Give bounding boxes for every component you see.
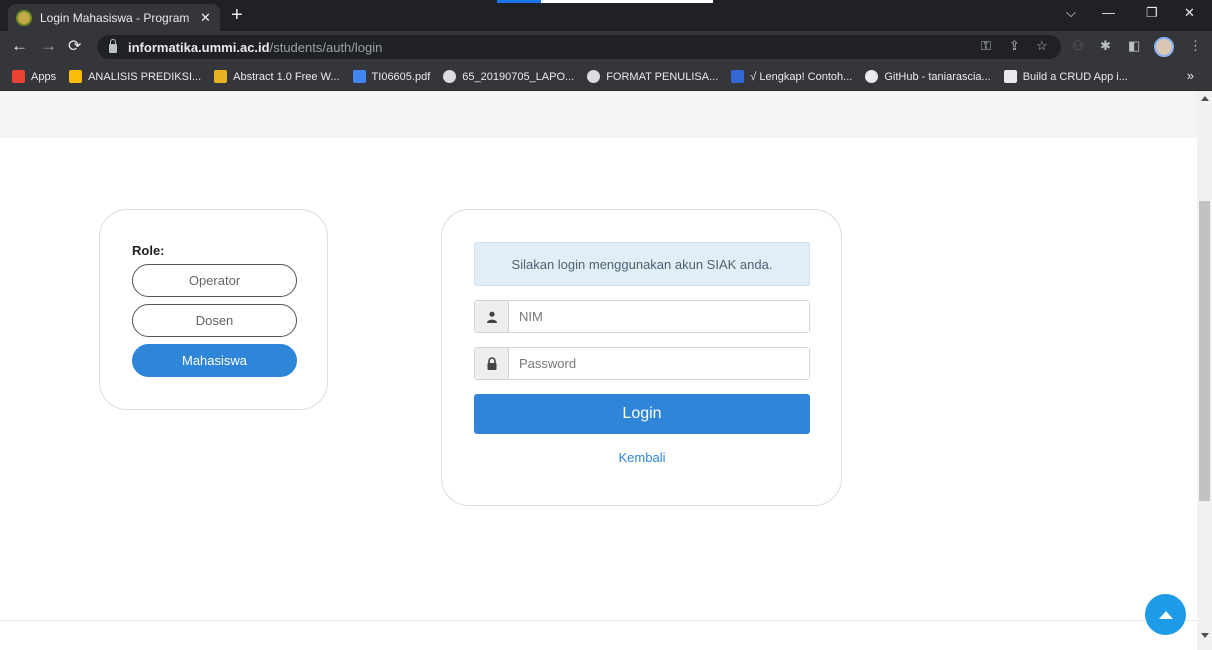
role-selector-card: Role: Operator Dosen Mahasiswa	[99, 209, 328, 410]
page-header-band	[0, 91, 1197, 138]
lock-icon	[475, 348, 509, 379]
browser-tab-strip: Login Mahasiswa - Program Studi ✕ + ⌵ — …	[0, 0, 1212, 31]
bookmarks-bar: Apps ANALISIS PREDIKSI... Abstract 1.0 F…	[0, 63, 1212, 91]
bookmark-favicon-icon	[214, 70, 228, 83]
bookmark-item[interactable]: GitHub - taniarascia...	[865, 70, 991, 83]
url-host: informatika.ummi.ac.id	[128, 39, 270, 55]
side-panel-icon[interactable]: ◧	[1128, 38, 1140, 54]
bookmark-item[interactable]: ANALISIS PREDIKSI...	[69, 70, 201, 83]
tab-drag-indicator	[497, 0, 541, 3]
login-info-alert: Silakan login menggunakan akun SIAK anda…	[474, 242, 810, 286]
back-link[interactable]: Kembali	[442, 450, 842, 465]
address-bar[interactable]: informatika.ummi.ac.id/students/auth/log…	[97, 35, 1061, 59]
new-tab-icon[interactable]: +	[231, 4, 243, 26]
bookmark-item[interactable]: Apps	[12, 70, 56, 83]
bookmark-item[interactable]: Build a CRUD App i...	[1003, 70, 1128, 83]
tab-drag-indicator	[541, 0, 713, 3]
scroll-down-arrow-icon[interactable]	[1201, 633, 1209, 638]
forward-icon[interactable]: →	[40, 36, 57, 56]
nim-input[interactable]	[509, 301, 809, 332]
bookmark-item[interactable]: TI06605.pdf	[352, 70, 430, 83]
nim-input-group	[474, 300, 810, 333]
arrow-up-icon	[1158, 610, 1173, 619]
role-mahasiswa-button[interactable]: Mahasiswa	[132, 344, 297, 377]
login-card: Silakan login menggunakan akun SIAK anda…	[441, 209, 842, 506]
role-dosen-button[interactable]: Dosen	[132, 304, 297, 337]
tab-search-icon[interactable]: ⌵	[1066, 5, 1076, 21]
role-label: Role:	[132, 243, 165, 258]
file-icon	[1003, 70, 1017, 83]
github-icon	[865, 70, 879, 83]
site-favicon-icon	[16, 9, 32, 26]
login-button[interactable]: Login	[474, 394, 810, 434]
close-tab-icon[interactable]: ✕	[200, 10, 211, 26]
menu-icon[interactable]: ⋮	[1189, 38, 1202, 54]
reload-icon[interactable]: ⟳	[68, 36, 81, 56]
close-window-icon[interactable]: ✕	[1184, 5, 1195, 21]
url-path: /students/auth/login	[269, 39, 383, 55]
bookmark-item[interactable]: Abstract 1.0 Free W...	[214, 70, 340, 83]
scroll-up-arrow-icon[interactable]	[1201, 96, 1209, 101]
footer-divider	[0, 620, 1197, 621]
lock-icon	[109, 38, 117, 53]
share-icon[interactable]: ⇪	[1009, 38, 1020, 54]
browser-toolbar: ← → ⟳ informatika.ummi.ac.id/students/au…	[0, 31, 1212, 63]
restore-icon[interactable]: ❐	[1146, 5, 1158, 21]
puzzle-icon[interactable]: ✱	[1100, 38, 1111, 54]
user-icon	[475, 301, 509, 332]
scrollbar-thumb[interactable]	[1199, 201, 1210, 501]
bookmarks-overflow-icon[interactable]: »	[1187, 68, 1194, 83]
bookmark-item[interactable]: FORMAT PENULISA...	[587, 70, 718, 83]
tab-title: Login Mahasiswa - Program Studi	[40, 10, 192, 25]
minimize-icon[interactable]: —	[1102, 5, 1115, 20]
role-operator-button[interactable]: Operator	[132, 264, 297, 297]
scroll-to-top-button[interactable]	[1145, 594, 1186, 635]
extension-icon[interactable]: ⚇	[1072, 38, 1084, 54]
bookmark-star-icon[interactable]: ☆	[1036, 38, 1048, 54]
password-input[interactable]	[509, 348, 809, 379]
bookmark-item[interactable]: √ Lengkap! Contoh...	[731, 70, 852, 83]
browser-tab[interactable]: Login Mahasiswa - Program Studi ✕	[8, 4, 220, 31]
bookmark-favicon-icon	[69, 70, 83, 83]
profile-avatar[interactable]	[1154, 37, 1174, 57]
globe-icon	[587, 70, 601, 83]
file-icon	[352, 70, 366, 83]
globe-icon	[443, 70, 457, 83]
bookmark-favicon-icon	[731, 70, 745, 83]
apps-icon	[12, 70, 25, 83]
key-icon[interactable]: ⚿	[981, 38, 991, 54]
bookmark-item[interactable]: 65_20190705_LAPO...	[443, 70, 574, 83]
password-input-group	[474, 347, 810, 380]
back-icon[interactable]: ←	[11, 36, 28, 56]
